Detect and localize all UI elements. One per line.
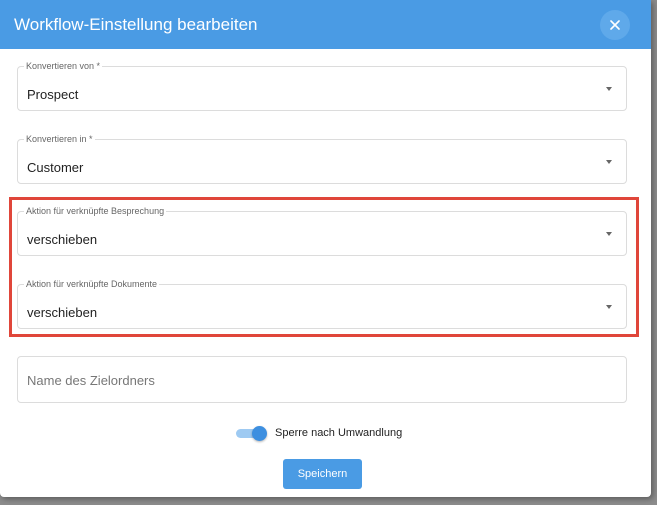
documents-action-label: Aktion für verknüpfte Dokumente — [24, 278, 160, 290]
close-icon — [610, 20, 620, 30]
workflow-settings-dialog: Workflow-Einstellung bearbeiten Konverti… — [0, 0, 651, 497]
documents-action-select[interactable]: Aktion für verknüpfte Dokumente verschie… — [17, 278, 627, 329]
chevron-down-icon — [606, 232, 612, 236]
meeting-action-select[interactable]: Aktion für verknüpfte Besprechung versch… — [17, 205, 627, 256]
lock-toggle[interactable] — [236, 426, 267, 441]
save-button[interactable]: Speichern — [283, 459, 362, 489]
convert-to-select[interactable]: Konvertieren in * Customer — [17, 133, 627, 184]
meeting-action-label: Aktion für verknüpfte Besprechung — [24, 205, 167, 217]
documents-action-value: verschieben — [27, 305, 98, 320]
convert-to-value: Customer — [27, 160, 84, 175]
meeting-action-value: verschieben — [27, 232, 98, 247]
chevron-down-icon — [606, 87, 612, 91]
lock-toggle-label: Sperre nach Umwandlung — [275, 427, 403, 439]
convert-from-value: Prospect — [27, 87, 79, 102]
convert-from-label: Konvertieren von * — [24, 60, 103, 72]
dialog-title: Workflow-Einstellung bearbeiten — [14, 15, 258, 34]
close-button[interactable] — [600, 10, 630, 40]
target-folder-input[interactable]: Name des Zielordners — [17, 356, 627, 403]
dialog-header: Workflow-Einstellung bearbeiten — [0, 0, 651, 49]
chevron-down-icon — [606, 305, 612, 309]
toggle-knob — [252, 426, 267, 441]
convert-to-label: Konvertieren in * — [24, 133, 95, 145]
convert-from-select[interactable]: Konvertieren von * Prospect — [17, 60, 627, 111]
lock-toggle-row: Sperre nach Umwandlung — [236, 426, 403, 441]
chevron-down-icon — [606, 160, 612, 164]
target-folder-placeholder: Name des Zielordners — [27, 373, 155, 388]
